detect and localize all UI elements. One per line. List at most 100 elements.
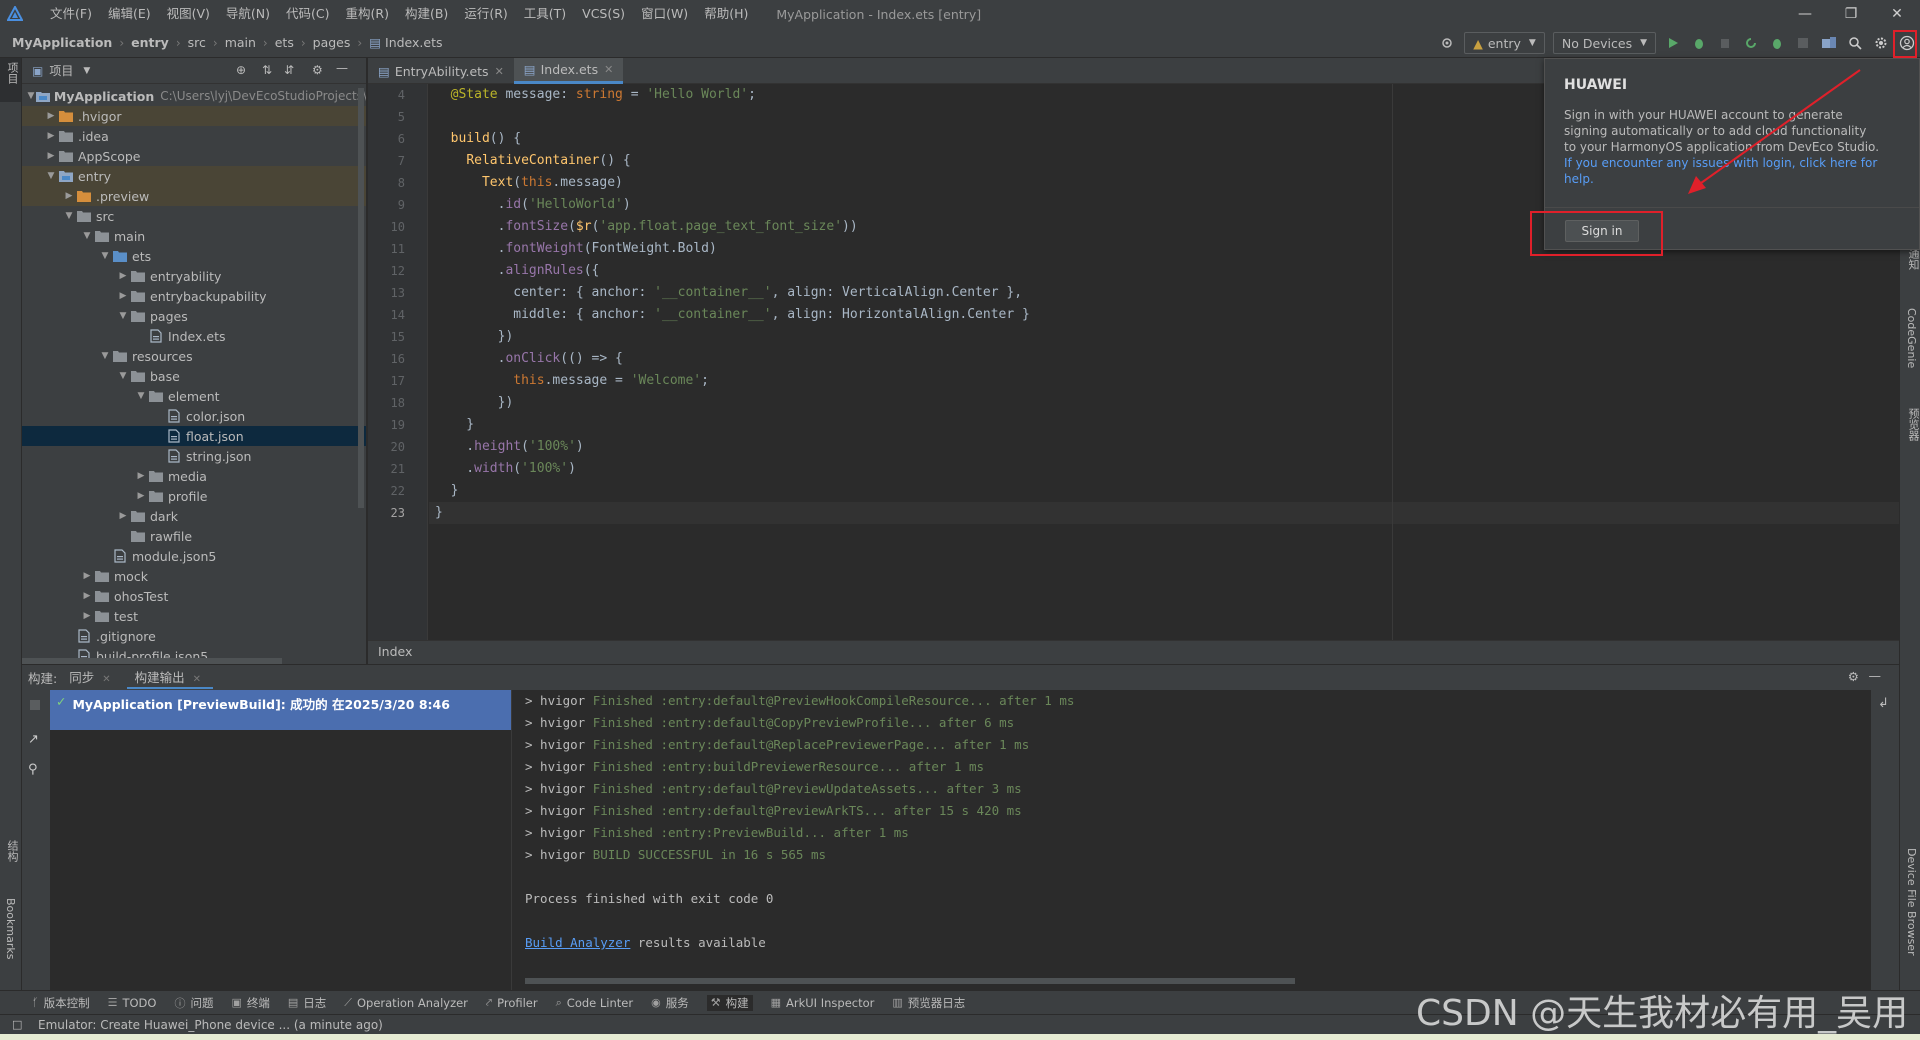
tree-item[interactable]: ▼ ets — [22, 246, 366, 266]
stop-build-icon[interactable] — [30, 700, 40, 710]
tree-item[interactable]: ▶ entrybackupability — [22, 286, 366, 306]
codegenie-tool-label[interactable]: CodeGenie — [1905, 308, 1918, 368]
bottom-tool-inspector[interactable]: ▦ ArkUI Inspector — [771, 996, 875, 1010]
structure-tool-label[interactable]: 结构 — [4, 840, 20, 862]
debug-icon[interactable] — [1686, 30, 1712, 56]
bottom-tool-log[interactable]: ▤ 日志 — [288, 995, 326, 1011]
menu-item[interactable]: 窗口(W) — [633, 0, 696, 28]
chevron-right-icon[interactable]: ▶ — [134, 491, 148, 501]
tree-item[interactable]: Index.ets — [22, 326, 366, 346]
tree-item[interactable]: ▶ dark — [22, 506, 366, 526]
tree-item[interactable]: ▼ src — [22, 206, 366, 226]
tree-item[interactable]: ▶ .hvigor — [22, 106, 366, 126]
locate-file-icon[interactable]: ⊕ — [236, 63, 246, 77]
chevron-down-icon[interactable]: ▼ — [98, 251, 112, 261]
hide-panel-icon[interactable]: — — [1869, 668, 1882, 683]
soft-wrap-icon[interactable]: ↲ — [1878, 696, 1889, 711]
tree-item[interactable]: .gitignore — [22, 626, 366, 646]
run-icon[interactable] — [1660, 30, 1686, 56]
chevron-right-icon[interactable]: ▶ — [80, 611, 94, 621]
chevron-right-icon[interactable]: ▶ — [44, 151, 58, 161]
device-select[interactable]: No Devices ▼ — [1552, 32, 1656, 54]
close-icon[interactable]: ✕ — [1874, 0, 1920, 28]
build-result-row[interactable]: ✓ MyApplication [PreviewBuild]: 成功的 在202… — [50, 690, 511, 730]
tree-item[interactable]: ▼ base — [22, 366, 366, 386]
output-horizontal-scrollbar[interactable] — [525, 978, 1295, 984]
chevron-right-icon[interactable]: ▶ — [62, 191, 76, 201]
menu-item[interactable]: 导航(N) — [218, 0, 278, 28]
bottom-tool-todo[interactable]: ☰ TODO — [108, 996, 157, 1010]
tree-item[interactable]: ▶ profile — [22, 486, 366, 506]
tree-item[interactable]: color.json — [22, 406, 366, 426]
stop-icon[interactable] — [1790, 30, 1816, 56]
bottom-tool-services[interactable]: ◉ 服务 — [651, 995, 689, 1011]
chevron-right-icon[interactable]: ▶ — [44, 111, 58, 121]
notifications-tool-label[interactable]: 通知 — [1905, 248, 1920, 270]
device-file-browser-tool-label[interactable]: Device File Browser — [1905, 848, 1918, 956]
build-settings-gear-icon[interactable]: ⚙ — [1848, 669, 1859, 684]
open-external-icon[interactable]: ↗ — [28, 732, 39, 747]
menu-item[interactable]: 工具(T) — [516, 0, 574, 28]
minimize-icon[interactable]: — — [1782, 0, 1828, 28]
chevron-down-icon[interactable]: ▼ — [80, 231, 94, 241]
editor-tab[interactable]: ▤ Index.ets ✕ — [513, 58, 624, 84]
settings-gear-icon[interactable] — [1868, 30, 1894, 56]
chevron-right-icon[interactable]: ▶ — [80, 571, 94, 581]
chevron-right-icon[interactable]: ▶ — [80, 591, 94, 601]
expand-all-icon[interactable]: ⇅ — [262, 63, 272, 77]
chevron-right-icon[interactable]: ▶ — [116, 271, 130, 281]
tree-item[interactable]: ▶ .preview — [22, 186, 366, 206]
bottom-tool-analyzer[interactable]: ⟋ Operation Analyzer — [344, 996, 468, 1010]
hide-panel-icon[interactable]: — — [336, 61, 348, 75]
module-select[interactable]: ▲ entry ▼ — [1464, 32, 1545, 54]
status-message[interactable]: Emulator: Create Huawei_Phone device ...… — [38, 1018, 383, 1032]
tree-item[interactable]: ▶ media — [22, 466, 366, 486]
chevron-down-icon[interactable]: ▼ — [116, 371, 130, 381]
chevron-down-icon[interactable]: ▼ — [134, 391, 148, 401]
tab-build-output[interactable]: 构建输出 ✕ — [126, 667, 213, 689]
breadcrumb-item[interactable]: entry — [131, 35, 169, 50]
tree-item[interactable]: float.json — [22, 426, 366, 446]
menu-item[interactable]: 文件(F) — [42, 0, 100, 28]
project-view-label[interactable]: 项目 — [49, 62, 73, 79]
bookmarks-tool-label[interactable]: Bookmarks — [4, 898, 17, 959]
breadcrumb-item[interactable]: ets — [275, 35, 294, 50]
bottom-tool-profiler[interactable]: ⤤ Profiler — [486, 996, 538, 1010]
collapse-all-icon[interactable]: ⇵ — [284, 63, 294, 77]
tree-item[interactable]: string.json — [22, 446, 366, 466]
tree-item[interactable]: ▼ resources — [22, 346, 366, 366]
bottom-tool-preview-log[interactable]: ▥ 预览器日志 — [892, 995, 965, 1011]
menu-item[interactable]: 视图(V) — [159, 0, 218, 28]
previewer-tool-label[interactable]: 预览器 — [1905, 408, 1920, 441]
chevron-down-icon[interactable]: ▼ — [83, 66, 90, 76]
tree-item[interactable]: ▶ ohosTest — [22, 586, 366, 606]
bottom-tool-git[interactable]: ᚶ 版本控制 — [32, 995, 90, 1011]
chevron-right-icon[interactable]: ▶ — [116, 291, 130, 301]
tree-root[interactable]: ▼ MyApplication C:\Users\lyj\DevEcoStudi… — [22, 86, 367, 106]
bottom-tool-build[interactable]: ⚒ 构建 — [706, 994, 753, 1011]
menu-item[interactable]: 运行(R) — [456, 0, 515, 28]
rerun-icon[interactable] — [1738, 30, 1764, 56]
tree-item[interactable]: ▶ AppScope — [22, 146, 366, 166]
search-icon[interactable] — [1842, 30, 1868, 56]
menu-item[interactable]: 重构(R) — [338, 0, 397, 28]
tree-item[interactable]: ▼ entry — [22, 166, 366, 186]
build-output-console[interactable]: > hvigor Finished :entry:default@Preview… — [513, 690, 1871, 990]
attach-debugger-icon[interactable] — [1712, 30, 1738, 56]
bottom-tool-terminal[interactable]: ▣ 终端 — [231, 995, 269, 1011]
tree-item[interactable]: ▶ entryability — [22, 266, 366, 286]
vertical-scrollbar[interactable] — [358, 88, 364, 508]
panel-settings-gear-icon[interactable]: ⚙ — [312, 63, 323, 77]
bottom-tool-linter[interactable]: ⌕ Code Linter — [556, 996, 633, 1010]
close-icon[interactable]: ✕ — [495, 65, 504, 78]
chevron-down-icon[interactable]: ▼ — [62, 211, 76, 221]
tree-item[interactable]: ▼ main — [22, 226, 366, 246]
close-icon[interactable]: ✕ — [604, 63, 613, 76]
chevron-right-icon[interactable]: ▶ — [116, 511, 130, 521]
chevron-down-icon[interactable]: ▼ — [98, 351, 112, 361]
restore-icon[interactable]: ❐ — [1828, 0, 1874, 28]
breadcrumb-item[interactable]: MyApplication — [12, 35, 112, 50]
editor-breadcrumb-label[interactable]: Index — [378, 644, 412, 659]
status-panel-toggle-icon[interactable]: □ — [12, 1018, 22, 1031]
close-icon[interactable]: ✕ — [193, 674, 201, 685]
